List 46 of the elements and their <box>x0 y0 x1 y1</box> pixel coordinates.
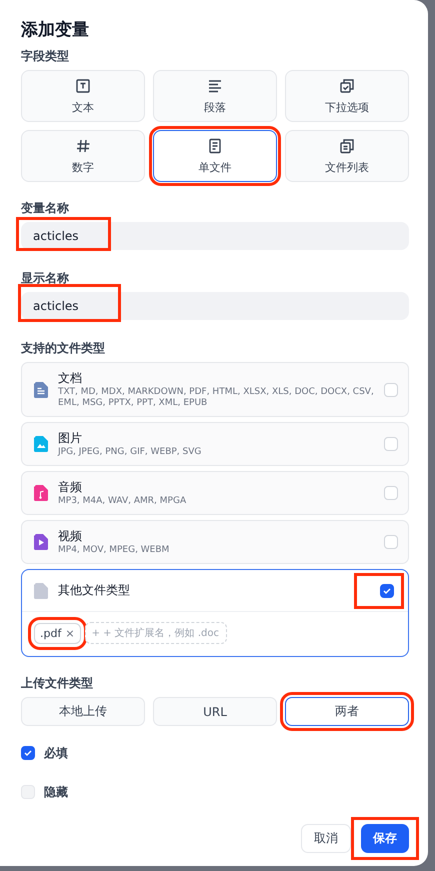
tag-label: .pdf <box>40 626 62 640</box>
lines-icon <box>207 78 223 94</box>
file-formats: MP3, M4A, WAV, AMR, MPGA <box>58 496 188 507</box>
documents-icon <box>339 138 355 154</box>
file-type-card[interactable]: 文档 TXT, MD, MDX, MARKDOWN, PDF, HTML, XLSX, XLS, DOC, DOCX, CSV, EML, MSG, PPTX, PPT, XML, EPUB <box>21 362 409 417</box>
file-type-name: 图片 <box>58 430 83 447</box>
file-formats: MP4, MOV, MPEG, WEBM <box>58 545 170 556</box>
remove-button[interactable]: × <box>65 626 75 640</box>
field-type-option[interactable]: 文本 <box>21 70 145 122</box>
other-file-type-card[interactable]: 其他文件类型 .pdf × + + 文件扩展名，例如 .doc <box>21 569 409 657</box>
dialog-title: 添加变量 <box>21 19 90 42</box>
upload-type-option[interactable]: 本地上传 <box>21 697 145 726</box>
copy-check-icon <box>339 78 355 94</box>
field-type-option[interactable]: 下拉选项 <box>285 70 409 122</box>
file-formats: JPG, JPEG, PNG, GIF, WEBP, SVG <box>58 447 202 458</box>
save-button[interactable]: 保存 <box>361 824 409 853</box>
check-icon <box>382 586 392 596</box>
hash-icon <box>75 138 91 154</box>
file-type-name: 文档 <box>58 370 83 387</box>
section-label: 上传文件类型 <box>21 675 94 691</box>
checkbox-label: 隐藏 <box>44 784 68 800</box>
file-formats: TXT, MD, MDX, MARKDOWN, PDF, HTML, XLSX, XLS, DOC, DOCX, CSV, EML, MSG, PPTX, PPT, XML, EPUB <box>58 387 374 409</box>
section-label: 字段类型 <box>21 48 70 64</box>
field-type-option[interactable]: 段落 <box>153 70 277 122</box>
file-type-card[interactable]: 图片 JPG, JPEG, PNG, GIF, WEBP, SVG <box>21 422 409 466</box>
document-icon <box>207 138 223 154</box>
check-icon <box>23 748 33 758</box>
extension-input-field[interactable]: + + 文件扩展名，例如 .doc <box>84 622 227 644</box>
section-label: 变量名称 <box>21 200 70 216</box>
display-name-field[interactable]: acticles <box>21 292 409 320</box>
checkbox[interactable] <box>380 584 394 598</box>
variable-name-field[interactable]: acticles <box>21 222 409 250</box>
field-type-option[interactable]: 数字 <box>21 130 145 182</box>
file-type-name: 音频 <box>58 479 83 496</box>
checkbox[interactable] <box>21 746 35 760</box>
text-box-icon <box>75 78 91 94</box>
field-type-option[interactable]: 文件列表 <box>285 130 409 182</box>
file-type-name: 其他文件类型 <box>58 582 131 599</box>
cancel-button[interactable]: 取消 <box>301 824 351 853</box>
upload-type-option[interactable]: URL <box>153 697 277 726</box>
file-type-name: 视频 <box>58 528 83 545</box>
section-label: 显示名称 <box>21 270 70 286</box>
checkbox-label: 必填 <box>44 744 68 762</box>
section-label: 支持的文件类型 <box>21 340 106 356</box>
file-type-card[interactable]: 视频 MP4, MOV, MPEG, WEBM <box>21 520 409 564</box>
file-type-card[interactable]: 音频 MP3, M4A, WAV, AMR, MPGA <box>21 471 409 515</box>
